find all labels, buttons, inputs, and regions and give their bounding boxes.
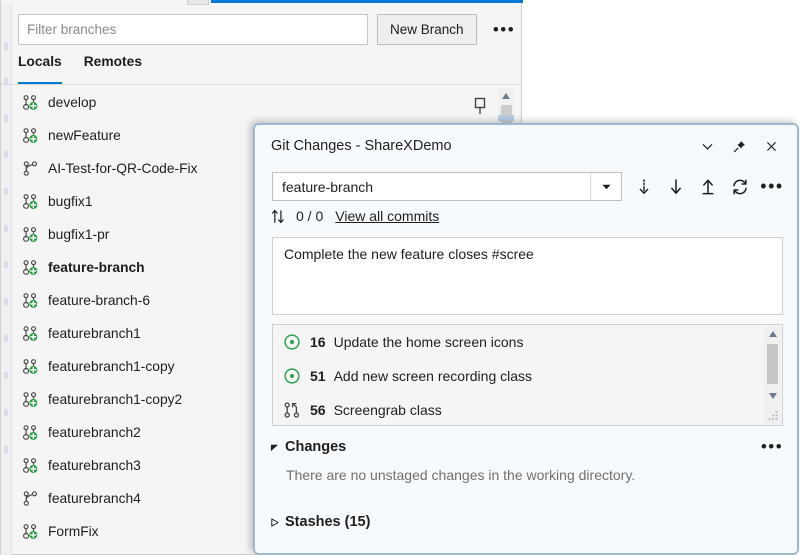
new-branch-button[interactable]: New Branch: [377, 14, 477, 45]
branch-select[interactable]: feature-branch: [272, 172, 622, 201]
branch-local-icon: [22, 94, 39, 111]
branch-select-value: feature-branch: [273, 179, 590, 195]
no-changes-message: There are no unstaged changes in the wor…: [286, 467, 635, 483]
branch-name: feature-branch: [48, 260, 145, 275]
branch-local-icon: [22, 457, 39, 474]
branch-local-icon: [22, 325, 39, 342]
sync-icon[interactable]: [726, 173, 754, 201]
git-changes-title: Git Changes - ShareXDemo: [271, 138, 452, 154]
pull-request-icon: [283, 401, 301, 419]
window-tab-stub: [187, 0, 209, 5]
branch-name: featurebranch4: [48, 491, 141, 506]
scroll-up-arrow-icon[interactable]: [764, 326, 781, 342]
git-changes-window: Git Changes - ShareXDemo feature-branch: [253, 123, 799, 555]
branch-list-item[interactable]: develop: [12, 86, 507, 119]
branch-local-icon: [22, 259, 39, 276]
suggestion-number: 16: [310, 334, 326, 350]
pin-icon[interactable]: [469, 95, 491, 117]
branch-name: bugfix1: [48, 194, 93, 209]
stashes-section-header[interactable]: Stashes (15): [268, 509, 370, 535]
more-icon[interactable]: •••: [758, 173, 786, 201]
branch-local-icon: [22, 523, 39, 540]
branch-local-icon: [22, 358, 39, 375]
branch-name: bugfix1-pr: [48, 227, 109, 242]
close-icon[interactable]: [757, 133, 785, 159]
view-all-commits-link[interactable]: View all commits: [335, 208, 439, 224]
branch-local-icon: [22, 292, 39, 309]
resize-grip-icon[interactable]: [765, 409, 779, 423]
branch-name: featurebranch2: [48, 425, 141, 440]
git-changes-titlebar-buttons: [693, 133, 785, 159]
pin-icon[interactable]: [725, 133, 753, 159]
branch-name: develop: [48, 95, 96, 110]
branch-local-icon: [22, 424, 39, 441]
scroll-up-arrow-icon[interactable]: [498, 88, 514, 103]
commit-message-value: Complete the new feature closes #scree: [284, 246, 771, 262]
collapsed-tool-tab-strip[interactable]: [1, 3, 12, 555]
suggestion-list-item[interactable]: 51 Add new screen recording class: [273, 359, 782, 393]
branch-local-icon: [22, 226, 39, 243]
branch-local-icon: [22, 193, 39, 210]
branch-name: newFeature: [48, 128, 121, 143]
branch-plain-icon: [22, 490, 39, 507]
suggestion-list-item[interactable]: 56 Screengrab class: [273, 393, 782, 426]
branch-name: featurebranch1-copy2: [48, 392, 182, 407]
commit-counts-value: 0 / 0: [296, 208, 323, 224]
tab-remotes[interactable]: Remotes: [84, 54, 142, 84]
branch-plain-icon: [22, 160, 39, 177]
suggestion-list-item[interactable]: 16 Update the home screen icons: [273, 325, 782, 359]
active-tab-indicator: [211, 0, 523, 3]
branch-name: featurebranch1-copy: [48, 359, 175, 374]
branch-local-icon: [22, 127, 39, 144]
suggestion-title: Add new screen recording class: [334, 368, 532, 384]
changes-section-header[interactable]: Changes: [268, 434, 788, 460]
issue-open-icon: [283, 367, 301, 385]
expand-triangle-icon[interactable]: [268, 443, 281, 452]
up-down-arrows-icon: [270, 209, 289, 224]
collapse-triangle-icon[interactable]: [268, 518, 281, 527]
branch-tabs: Locals Remotes: [18, 54, 142, 84]
branch-local-icon: [22, 391, 39, 408]
pull-icon[interactable]: [662, 173, 690, 201]
tabs-divider: [1, 84, 523, 85]
chevron-down-icon[interactable]: [693, 133, 721, 159]
issue-suggestion-list: 16 Update the home screen icons 51 Add new …: [272, 324, 783, 426]
changes-more-icon[interactable]: •••: [759, 435, 785, 459]
suggestion-number: 56: [310, 402, 326, 418]
fetch-icon[interactable]: [630, 173, 658, 201]
tab-locals[interactable]: Locals: [18, 54, 62, 84]
git-toolbar: •••: [630, 172, 786, 201]
branch-name: feature-branch-6: [48, 293, 150, 308]
branch-panel-more-icon[interactable]: •••: [489, 14, 519, 45]
branch-name: featurebranch3: [48, 458, 141, 473]
branch-name: AI-Test-for-QR-Code-Fix: [48, 161, 197, 176]
suggestion-number: 51: [310, 368, 326, 384]
scrollbar-highlight: [498, 115, 514, 121]
scroll-down-arrow-icon[interactable]: [764, 388, 781, 404]
scrollbar-thumb[interactable]: [767, 344, 778, 384]
branch-name: FormFix: [48, 524, 99, 539]
filter-branches-input[interactable]: [18, 14, 368, 45]
issue-open-icon: [283, 333, 301, 351]
commit-counts-row: 0 / 0 View all commits: [270, 208, 439, 224]
changes-section-label: Changes: [285, 439, 346, 455]
suggestion-title: Screengrab class: [334, 402, 442, 418]
branch-name: featurebranch1: [48, 326, 141, 341]
stashes-section-label: Stashes (15): [285, 514, 370, 530]
commit-message-input[interactable]: Complete the new feature closes #scree: [272, 237, 783, 315]
push-icon[interactable]: [694, 173, 722, 201]
suggestion-title: Update the home screen icons: [334, 334, 524, 350]
branch-filter-row: New Branch •••: [13, 14, 513, 46]
chevron-down-icon[interactable]: [590, 173, 621, 200]
